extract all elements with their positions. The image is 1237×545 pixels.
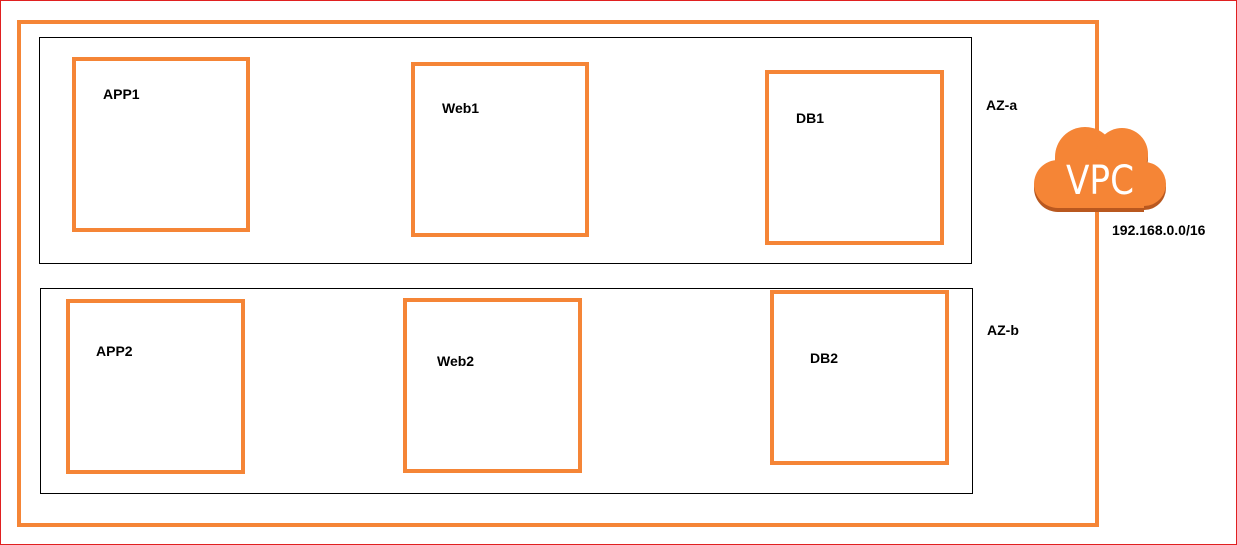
server-web2-label: Web2	[437, 353, 475, 369]
az-b-label: AZ-b	[987, 322, 1019, 338]
server-db1	[765, 70, 944, 245]
server-web1-label: Web1	[442, 100, 480, 116]
server-app2	[66, 299, 245, 474]
server-db1-label: DB1	[796, 110, 825, 126]
server-db2	[770, 290, 949, 465]
server-app2-label: APP2	[96, 343, 133, 359]
vpc-cidr-label: 192.168.0.0/16	[1112, 222, 1206, 238]
server-app1	[72, 57, 250, 232]
vpc-icon-label: VPC	[1066, 158, 1134, 204]
vpc-cloud-icon: VPC	[1034, 127, 1166, 212]
server-web2	[403, 298, 582, 473]
server-web1	[411, 62, 589, 237]
server-app1-label: APP1	[103, 86, 140, 102]
server-db2-label: DB2	[810, 350, 839, 366]
az-a-label: AZ-a	[986, 97, 1018, 113]
